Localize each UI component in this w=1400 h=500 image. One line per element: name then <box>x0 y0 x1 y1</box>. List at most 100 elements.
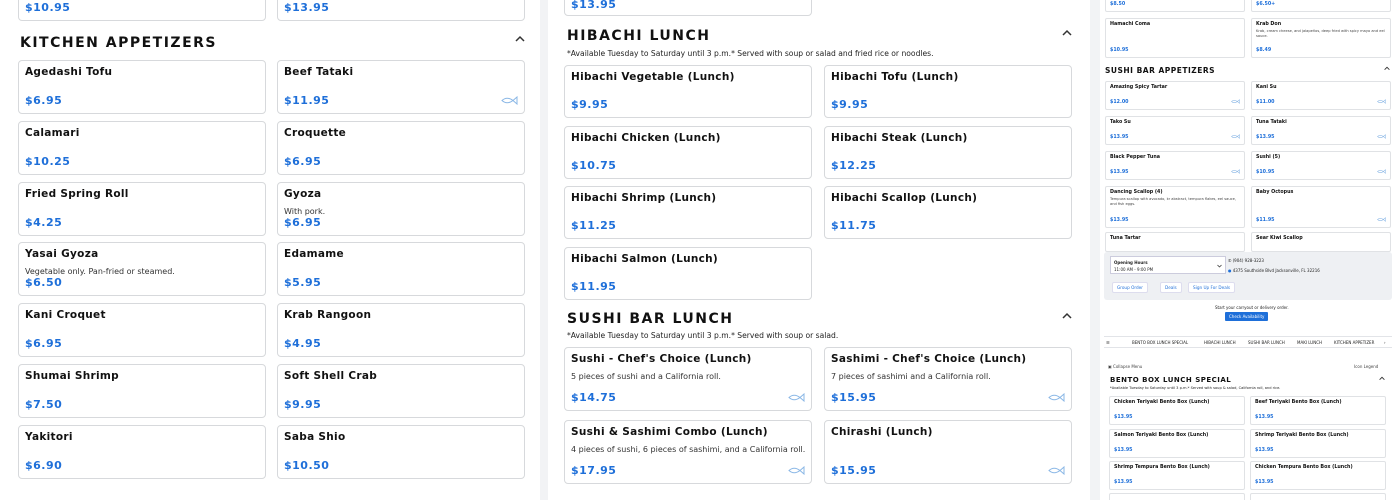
menu-item-card[interactable]: Tuna Tartar <box>1105 232 1245 252</box>
menu-item-card[interactable]: Yasai Gyoza Vegetable only. Pan-fried or … <box>18 242 266 297</box>
menu-item-card[interactable]: Tuna Tataki $13.95 <box>1251 116 1391 145</box>
menu-item-card[interactable]: Shumai Shrimp $7.50 <box>18 364 266 418</box>
menu-item-card[interactable]: $13.95 <box>277 0 525 21</box>
menu-item-card[interactable]: Saba Shio $10.50 <box>277 424 525 479</box>
nav-tab[interactable]: MAKI LUNCH <box>1297 340 1322 345</box>
menu-item-card[interactable]: Kani Croquet $6.95 <box>18 303 266 358</box>
item-description: Krab, cream cheese, and jalapeños, deep … <box>1256 29 1385 38</box>
menu-item-card[interactable]: Shrimp Tempura Bento Box (Lunch) $13.95 <box>1109 461 1245 490</box>
menu-item-card[interactable]: Baby Octopus $11.95 <box>1251 186 1391 228</box>
menu-item-card[interactable]: Krab Don Krab, cream cheese, and jalapeño… <box>1251 18 1391 58</box>
menu-item-card[interactable]: Sushi - Chef's Choice (Lunch) 5 pieces of… <box>564 347 812 411</box>
item-name: Sushi (5) <box>1256 155 1281 160</box>
item-price: $15.95 <box>831 464 877 477</box>
view-toggle[interactable]: Icon Legend <box>1354 364 1378 369</box>
nav-tab[interactable]: SUSHI BAR LUNCH <box>1248 340 1285 345</box>
menu-item-card[interactable]: Sear Kiwi Scallop <box>1251 232 1391 252</box>
collapse-all-link[interactable]: ▣ Collapse Menu <box>1108 364 1142 369</box>
item-price: $11.95 <box>571 279 617 293</box>
item-price: $14.75 <box>571 391 617 404</box>
deals-button[interactable]: Deals <box>1160 282 1182 293</box>
menu-item-card[interactable]: Sushi & Sashimi Combo (Lunch) 4 pieces of… <box>564 420 812 484</box>
chevron-up-icon[interactable] <box>1379 376 1385 381</box>
menu-item-card[interactable] <box>1109 493 1245 500</box>
menu-item-card[interactable]: Hibachi Chicken (Lunch) $10.75 <box>564 125 812 179</box>
menu-item-card[interactable]: Gyoza With pork. $6.95 <box>277 181 525 236</box>
nav-tab[interactable]: KITCHEN APPETIZER <box>1334 340 1374 345</box>
menu-item-card[interactable]: Soft Shell Crab $9.95 <box>277 364 525 418</box>
item-name: Kani Su <box>1256 85 1277 90</box>
raw-fish-icon <box>1377 134 1386 139</box>
menu-item-card[interactable]: Croquette $6.95 <box>277 120 525 175</box>
menu-item-card[interactable]: Chicken Teriyaki Bento Box (Lunch) $13.95 <box>1109 396 1245 425</box>
item-price: $8.49 <box>1256 48 1272 53</box>
item-name: Chicken Tempura Bento Box (Lunch) <box>1255 465 1353 470</box>
raw-fish-icon <box>1231 99 1240 104</box>
menu-item-card[interactable]: Sushi (5) $10.95 <box>1251 151 1391 180</box>
menu-item-card[interactable]: Fried Spring Roll $4.25 <box>18 181 266 236</box>
hours-label: Opening Hours <box>1114 260 1148 265</box>
section-title-hibachi: HIBACHI LUNCH <box>567 28 711 44</box>
menu-item-card[interactable]: Edamame $5.95 <box>277 242 525 297</box>
menu-item-card[interactable]: Tako Su $13.95 <box>1105 116 1245 145</box>
section-note: *Available Tuesday to Saturday until 3 p… <box>567 331 839 340</box>
menu-item-card[interactable]: Salmon Teriyaki Bento Box (Lunch) $13.95 <box>1109 428 1245 458</box>
chevron-up-icon[interactable] <box>1062 29 1072 37</box>
menu-item-card[interactable]: Shrimp Teriyaki Bento Box (Lunch) $13.95 <box>1250 428 1386 458</box>
item-price: $9.95 <box>284 398 322 411</box>
menu-item-card[interactable]: $10.95 <box>18 0 266 21</box>
item-name: Soft Shell Crab <box>284 370 378 382</box>
item-price: $12.25 <box>831 158 877 172</box>
group-order-button[interactable]: Group Order <box>1112 282 1148 293</box>
nav-tab[interactable]: HIBACHI LUNCH <box>1204 340 1236 345</box>
menu-item-card[interactable]: Beef Teriyaki Bento Box (Lunch) $13.95 <box>1250 396 1386 425</box>
chevron-up-icon[interactable] <box>1062 312 1072 320</box>
menu-item-card[interactable]: Kani Su $11.00 <box>1251 81 1391 110</box>
item-price: $13.95 <box>571 0 617 11</box>
item-name: Baby Octopus <box>1256 190 1294 195</box>
item-name: Hibachi Shrimp (Lunch) <box>571 192 717 204</box>
menu-item-card[interactable]: Agedashi Tofu $6.95 <box>18 60 266 114</box>
item-price: $9.95 <box>571 98 609 111</box>
menu-item-card[interactable]: Amazing Spicy Tartar $12.00 <box>1105 81 1245 110</box>
menu-item-card[interactable]: $8.50 <box>1105 0 1245 12</box>
address[interactable]: ● 4375 Southside Blvd Jacksonville, FL 3… <box>1228 268 1320 273</box>
item-name: Saba Shio <box>284 430 346 443</box>
menu-item-card[interactable]: Sashimi - Chef's Choice (Lunch) 7 pieces … <box>824 347 1072 411</box>
menu-item-card[interactable]: Hibachi Scallop (Lunch) $11.75 <box>824 186 1072 239</box>
menu-item-card[interactable]: Chicken Tempura Bento Box (Lunch) $13.95 <box>1250 461 1386 490</box>
menu-item-card[interactable]: Black Pepper Tuna $13.95 <box>1105 151 1245 180</box>
menu-item-card[interactable]: Hibachi Steak (Lunch) $12.25 <box>824 125 1072 179</box>
menu-item-card[interactable] <box>1250 493 1386 500</box>
chevron-right-icon[interactable]: › <box>1384 340 1386 345</box>
item-price: $6.95 <box>25 94 63 107</box>
hours-select[interactable]: Opening Hours 11:00 AM - 9:00 PM <box>1110 256 1226 274</box>
menu-item-card[interactable]: Krab Rangoon $4.95 <box>277 303 525 358</box>
chevron-up-icon[interactable] <box>515 35 525 43</box>
item-name: Kani Croquet <box>25 309 106 322</box>
check-availability-button[interactable]: Check Availability <box>1225 312 1269 321</box>
menu-item-card[interactable]: Dancing Scallop (4) Tempura scallop with … <box>1105 186 1245 228</box>
chevron-up-icon[interactable] <box>1384 66 1390 71</box>
phone-number[interactable]: ✆ (904) 928-3223 <box>1228 258 1264 263</box>
menu-item-card[interactable]: Yakitori $6.90 <box>18 424 266 479</box>
item-name: Beef Teriyaki Bento Box (Lunch) <box>1255 400 1342 405</box>
item-name: Shrimp Teriyaki Bento Box (Lunch) <box>1255 432 1349 438</box>
menu-list-icon[interactable]: ☰ <box>1106 340 1110 345</box>
menu-item-card[interactable]: $13.95 <box>564 0 812 16</box>
menu-item-card[interactable]: Hamachi Coma $10.95 <box>1105 18 1245 58</box>
menu-item-card[interactable]: Hibachi Shrimp (Lunch) $11.25 <box>564 186 812 239</box>
menu-item-card[interactable]: $6.50+ <box>1251 0 1391 12</box>
item-name: Sashimi - Chef's Choice (Lunch) <box>831 353 1027 365</box>
item-name: Black Pepper Tuna <box>1110 155 1160 160</box>
menu-item-card[interactable]: Beef Tataki $11.95 <box>277 60 525 114</box>
item-name: Calamari <box>25 126 80 139</box>
sign-up-deals-button[interactable]: Sign Up For Deals <box>1188 282 1236 293</box>
menu-item-card[interactable]: Hibachi Tofu (Lunch) $9.95 <box>824 65 1072 118</box>
nav-tab[interactable]: BENTO BOX LUNCH SPECIAL <box>1132 340 1188 345</box>
raw-fish-icon <box>1377 169 1386 174</box>
menu-item-card[interactable]: Hibachi Salmon (Lunch) $11.95 <box>564 246 812 300</box>
menu-item-card[interactable]: Hibachi Vegetable (Lunch) $9.95 <box>564 65 812 118</box>
menu-item-card[interactable]: Calamari $10.25 <box>18 120 266 175</box>
menu-item-card[interactable]: Chirashi (Lunch) $15.95 <box>824 420 1072 484</box>
